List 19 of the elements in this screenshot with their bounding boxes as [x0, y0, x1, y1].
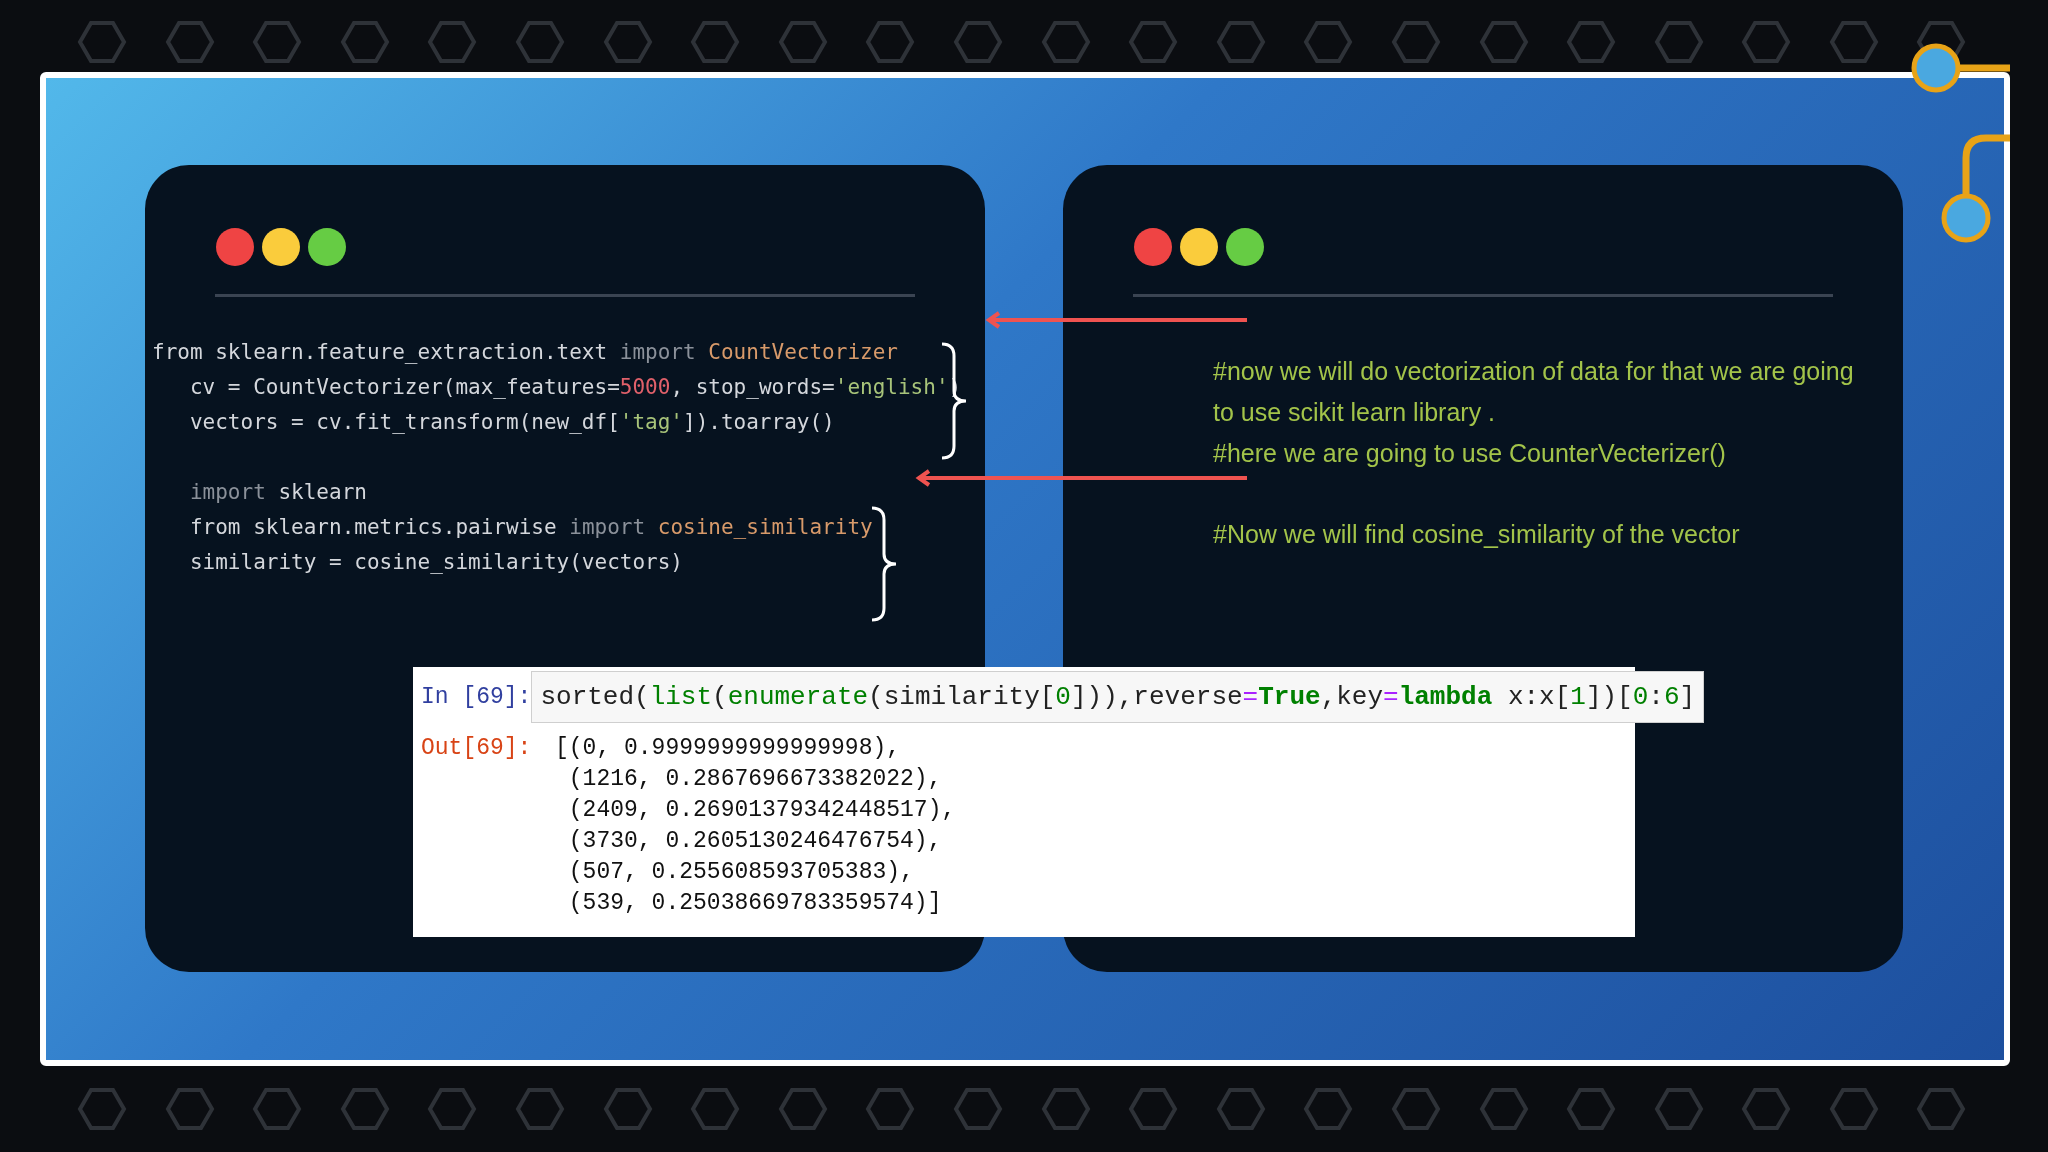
- arrow-icon: [985, 311, 1247, 329]
- output-line: (2409, 0.26901379342448517),: [567, 796, 956, 825]
- output-line: (539, 0.25038669783359574)]: [567, 889, 943, 918]
- code-line: from sklearn.feature_extraction.text import CountVectorizer: [152, 339, 898, 366]
- comment-text: #here we are going to use CounterVecterizer(): [1213, 438, 1727, 469]
- code-line: from sklearn.metrics.pairwise import cosine_similarity: [188, 514, 873, 541]
- output-prompt: Out[69]:: [421, 734, 533, 763]
- comment-text: #now we will do vectorization of data for that we are going to use scikit learn library .: [1213, 356, 1855, 428]
- code-line: vectors = cv.fit_transform(new_df['tag']).toarray(): [188, 409, 835, 436]
- output-line: (3730, 0.2605130246476754),: [567, 827, 943, 856]
- code-line: similarity = cosine_similarity(vectors): [188, 549, 683, 576]
- output-line: [(0, 0.9999999999999998),: [555, 734, 902, 763]
- output-line: (1216, 0.2867696673382022),: [567, 765, 943, 794]
- comment-text: #Now we will find cosine_similarity of the vector: [1213, 519, 1741, 550]
- code-input[interactable]: sorted(list(enumerate(similarity[0])),reverse=True,key=lambda x:x[1])[0:6]: [531, 671, 1705, 723]
- output-line: (507, 0.255608593705383),: [567, 858, 915, 887]
- code-line: import sklearn: [188, 479, 367, 506]
- input-prompt: In [69]:: [421, 682, 532, 712]
- arrow-icon: [915, 469, 1247, 487]
